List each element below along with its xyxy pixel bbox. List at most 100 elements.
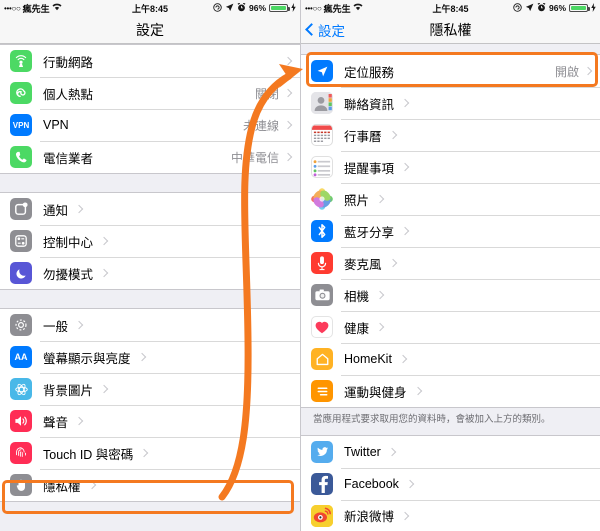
battery-percent-label: 96% xyxy=(248,3,266,13)
row-health[interactable]: 健康 xyxy=(301,311,600,343)
row-privacy[interactable]: 隱私權 xyxy=(0,469,300,501)
weibo-icon xyxy=(311,504,333,527)
row-label: 藍牙分享 xyxy=(344,225,395,240)
chevron-right-icon xyxy=(74,320,84,330)
settings-panel-left: •••○○ 瘋先生 上午8:45 96% 設定 行動網路 個人熱點 關閉 VPN… xyxy=(0,0,300,531)
privacy-list[interactable]: 定位服務 開啟 聯絡資訊 行事曆 提醒事項 照片 藍牙分享 麥克風 相機 健康 … xyxy=(301,44,600,531)
row-label: 隱私權 xyxy=(43,479,81,494)
row-contacts[interactable]: 聯絡資訊 xyxy=(301,87,600,119)
row-bluetooth-sharing[interactable]: 藍牙分享 xyxy=(301,215,600,247)
row-twitter[interactable]: Twitter xyxy=(301,435,600,468)
nav-bar-left: 設定 xyxy=(0,16,300,44)
row-cellular[interactable]: 行動網路 xyxy=(0,45,300,77)
row-label: 相機 xyxy=(344,289,370,304)
chevron-right-icon xyxy=(283,120,293,130)
battery-icon xyxy=(269,4,290,12)
chevron-right-icon xyxy=(400,511,410,521)
charging-bolt-icon xyxy=(291,2,296,14)
vpn-icon: VPN xyxy=(10,114,32,136)
row-notifications[interactable]: 通知 xyxy=(0,193,300,225)
chevron-right-icon xyxy=(413,386,422,396)
row-location-services[interactable]: 定位服務 開啟 xyxy=(301,55,600,87)
facebook-icon xyxy=(311,472,333,495)
contacts-icon xyxy=(311,92,333,114)
row-touch-id[interactable]: Touch ID 與密碼 xyxy=(0,437,300,469)
settings-group-network: 行動網路 個人熱點 關閉 VPN VPN 未連線 電信業者 中華電信 xyxy=(0,44,300,174)
row-display-brightness[interactable]: AA 螢幕顯示與亮度 xyxy=(0,341,300,373)
row-control-center[interactable]: 控制中心 xyxy=(0,225,300,257)
homekit-icon xyxy=(311,348,333,370)
row-label: 螢幕顯示與亮度 xyxy=(43,351,131,366)
photos-icon xyxy=(311,188,333,210)
privacy-group-categories: 定位服務 開啟 聯絡資訊 行事曆 提醒事項 照片 藍牙分享 麥克風 相機 健康 … xyxy=(301,54,600,408)
chevron-right-icon xyxy=(99,268,109,278)
row-homekit[interactable]: HomeKit xyxy=(301,343,600,375)
row-general[interactable]: 一般 xyxy=(0,309,300,341)
back-button[interactable]: 設定 xyxy=(301,20,345,40)
privacy-group-social: Twitter Facebook 新浪微博 xyxy=(301,434,600,531)
screenshot-root: •••○○ 瘋先生 上午8:45 96% 設定 行動網路 個人熱點 關閉 VPN… xyxy=(0,0,600,531)
row-label: 電信業者 xyxy=(43,151,94,166)
alarm-clock-icon xyxy=(237,2,246,14)
page-title-right: 隱私權 xyxy=(429,21,472,38)
row-label: 聯絡資訊 xyxy=(344,97,395,112)
chevron-right-icon xyxy=(74,416,84,426)
settings-group-notifications: 通知 控制中心 勿擾模式 xyxy=(0,192,300,290)
row-label: 照片 xyxy=(344,193,370,208)
group-spacer xyxy=(0,290,300,308)
row-label: 通知 xyxy=(43,203,69,218)
row-label: 行事曆 xyxy=(344,129,382,144)
alarm-clock-icon xyxy=(537,2,546,14)
row-camera[interactable]: 相機 xyxy=(301,279,600,311)
row-sounds[interactable]: 聲音 xyxy=(0,405,300,437)
row-microphone[interactable]: 麥克風 xyxy=(301,247,600,279)
microphone-icon xyxy=(311,252,333,274)
status-bar-right: •••○○ 瘋先生 上午8:45 96% xyxy=(301,0,600,16)
row-weibo[interactable]: 新浪微博 xyxy=(301,499,600,531)
status-bar-right-group: 96% xyxy=(213,2,296,14)
row-personal-hotspot[interactable]: 個人熱點 關閉 xyxy=(0,77,300,109)
chevron-right-icon xyxy=(400,98,410,108)
chevron-right-icon xyxy=(99,236,109,246)
chevron-right-icon xyxy=(283,56,293,66)
charging-bolt-icon xyxy=(591,2,596,14)
wallpaper-icon xyxy=(10,378,32,400)
row-label: 新浪微博 xyxy=(344,510,395,525)
settings-list-left[interactable]: 行動網路 個人熱點 關閉 VPN VPN 未連線 電信業者 中華電信 通知 控制… xyxy=(0,44,300,531)
privacy-hand-icon xyxy=(10,474,32,496)
row-label: 一般 xyxy=(43,319,69,334)
row-label: 提醒事項 xyxy=(344,161,395,176)
chevron-right-icon xyxy=(583,66,593,76)
row-wallpaper[interactable]: 背景圖片 xyxy=(0,373,300,405)
location-services-icon xyxy=(311,60,333,82)
do-not-disturb-icon xyxy=(10,262,32,284)
row-facebook[interactable]: Facebook xyxy=(301,467,600,500)
row-reminders[interactable]: 提醒事項 xyxy=(301,151,600,183)
row-calendar[interactable]: 行事曆 xyxy=(301,119,600,151)
row-carrier[interactable]: 電信業者 中華電信 xyxy=(0,141,300,173)
chevron-right-icon xyxy=(400,162,410,172)
row-motion-fitness[interactable]: 運動與健身 xyxy=(301,375,600,407)
row-label: Twitter xyxy=(344,444,381,459)
calendar-icon xyxy=(311,124,333,146)
rotation-lock-icon xyxy=(213,2,222,14)
row-vpn[interactable]: VPN VPN 未連線 xyxy=(0,109,300,141)
row-label: 個人熱點 xyxy=(43,87,94,102)
row-label: 健康 xyxy=(344,321,370,336)
chevron-right-icon xyxy=(87,480,96,490)
touch-id-icon xyxy=(10,442,32,464)
bluetooth-icon xyxy=(311,220,333,242)
chevron-right-icon xyxy=(99,384,109,394)
chevron-right-icon xyxy=(388,130,397,140)
row-photos[interactable]: 照片 xyxy=(301,183,600,215)
row-label: HomeKit xyxy=(344,352,392,366)
nav-bar-right: 設定 隱私權 xyxy=(301,16,600,44)
row-label: 聲音 xyxy=(43,415,69,430)
chevron-left-icon xyxy=(305,23,318,36)
row-value: 中華電信 xyxy=(230,150,279,165)
chevron-right-icon xyxy=(140,448,149,458)
chevron-right-icon xyxy=(375,322,385,332)
row-do-not-disturb[interactable]: 勿擾模式 xyxy=(0,257,300,289)
status-bar-left: •••○○ 瘋先生 上午8:45 96% xyxy=(0,0,300,16)
group-spacer xyxy=(301,44,600,54)
